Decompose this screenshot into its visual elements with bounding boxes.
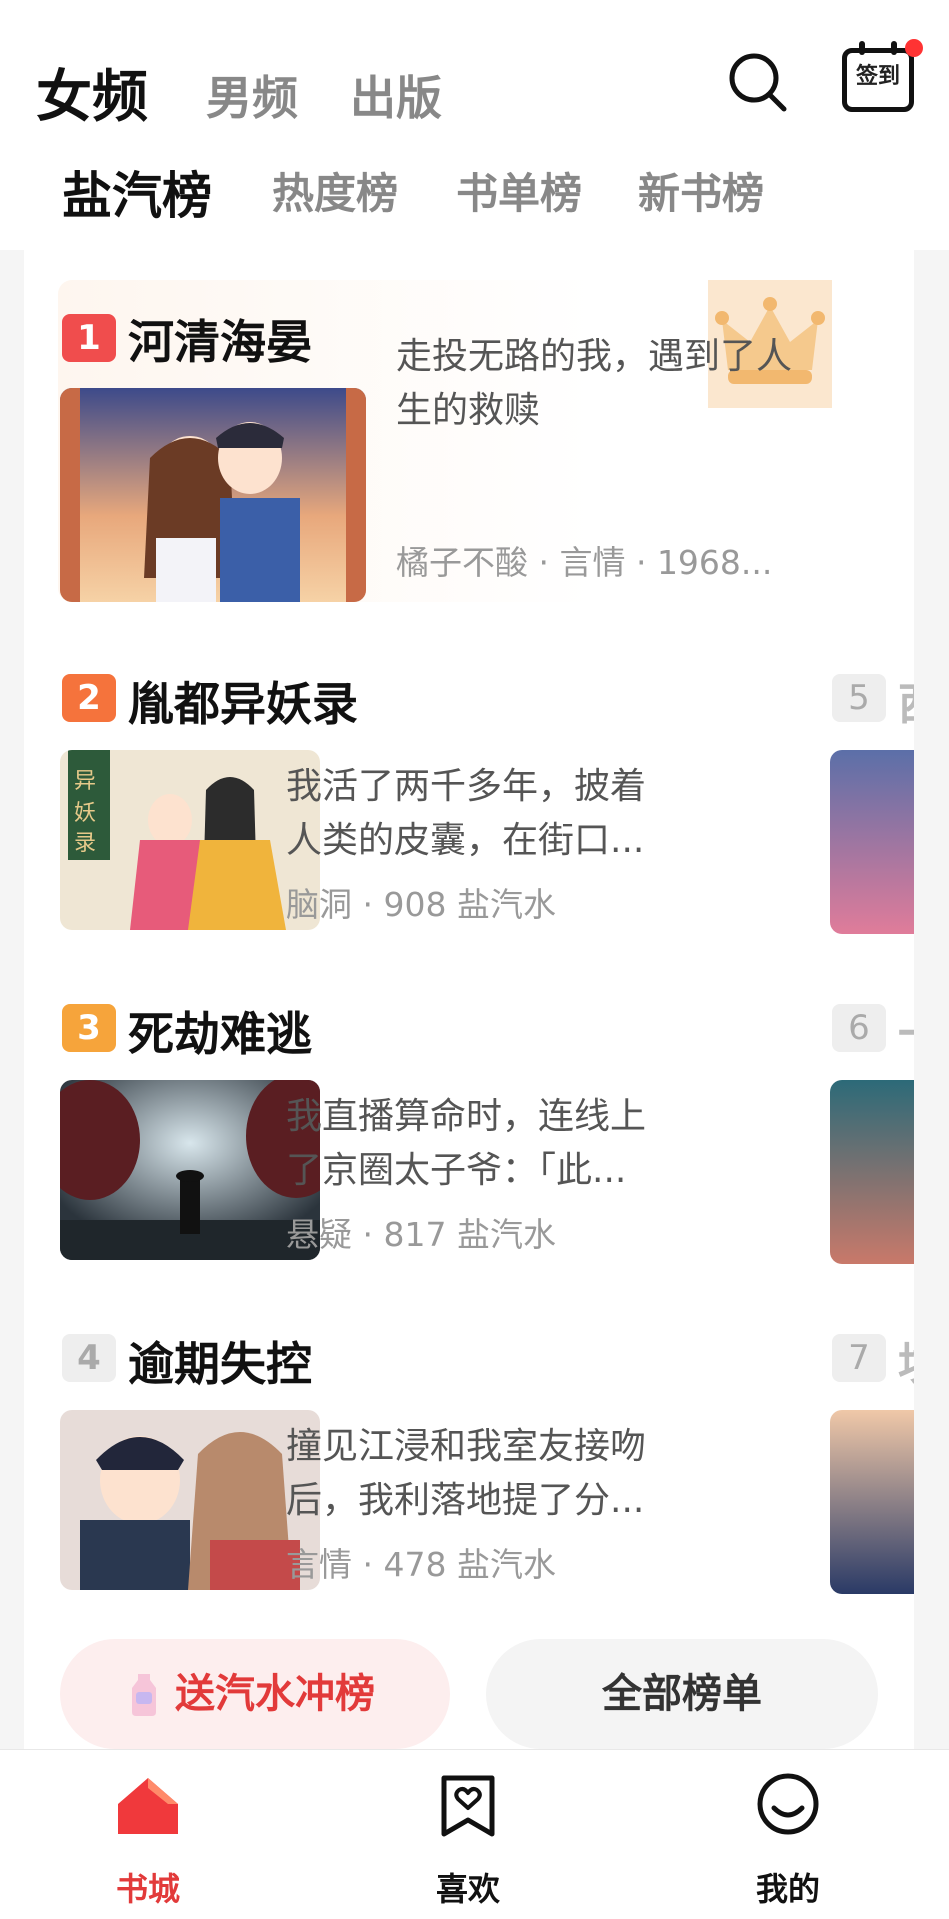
book-meta: 脑洞 · 908 盐汽水: [286, 885, 556, 924]
all-rankings-button[interactable]: 全部榜单: [486, 1639, 878, 1749]
rank-badge-3: 3: [62, 1004, 116, 1052]
bottom-nav: 书城 喜欢 我的: [0, 1749, 949, 1919]
notification-dot: [905, 39, 923, 57]
peek-title-char: 西: [898, 668, 914, 732]
book-meta: 悬疑 · 817 盐汽水: [286, 1215, 556, 1254]
soda-bottle-icon: [132, 1674, 156, 1716]
book-title[interactable]: 河清海晏: [128, 306, 312, 372]
ranking-panel: 1 河清海晏 走投无路的我，遇到了人 生的救赎 橘子不酸 · 言情 · 1968…: [24, 250, 914, 1750]
book-desc-line: 人类的皮囊，在街口...: [286, 820, 645, 861]
book-title[interactable]: 逾期失控: [128, 1328, 312, 1394]
bookmark-heart-icon: [441, 1775, 495, 1837]
peek-book-cover[interactable]: [830, 1410, 914, 1594]
nav-item-favorites[interactable]: 喜欢: [368, 1750, 568, 1919]
book-meta: 言情 · 478 盐汽水: [286, 1545, 556, 1584]
send-soda-rush-label: 送汽水冲榜: [175, 1671, 375, 1717]
book-title[interactable]: 死劫难逃: [128, 998, 312, 1064]
book-desc-line: 了京圈太子爷：「此...: [286, 1150, 627, 1191]
book-cover[interactable]: [60, 1080, 320, 1260]
book-cover[interactable]: 异 妖 录: [60, 750, 320, 930]
book-desc-line: 我活了两千多年，披着: [286, 766, 647, 807]
peek-book-cover[interactable]: [830, 1080, 914, 1264]
svg-text:录: 录: [74, 831, 96, 856]
smile-icon: [757, 1773, 819, 1835]
book-cover[interactable]: [60, 1410, 320, 1590]
tab-booklist[interactable]: 书单榜: [456, 160, 582, 221]
book-desc-line: 生的救赎: [396, 390, 541, 431]
nav-item-bookstore[interactable]: 书城: [48, 1750, 248, 1919]
peek-rank-badge: 6: [832, 1004, 886, 1052]
rank-badge-2: 2: [62, 674, 116, 722]
tab-heat[interactable]: 热度榜: [272, 160, 398, 221]
calendar-ring-icon: [891, 41, 897, 55]
calendar-ring-icon: [859, 41, 865, 55]
book-desc-line: 撞见江浸和我室友接吻: [286, 1426, 647, 1467]
peek-book-cover[interactable]: [830, 750, 914, 934]
book-desc-line: 我直播算命时，连线上: [286, 1096, 647, 1137]
rank-badge-4: 4: [62, 1334, 116, 1382]
peek-rank-badge: 7: [832, 1334, 886, 1382]
rank-badge-1: 1: [62, 314, 116, 362]
svg-text:异: 异: [74, 769, 96, 794]
nav-label: 我的: [755, 1870, 820, 1908]
tab-yanqi[interactable]: 盐汽榜: [62, 156, 212, 228]
peek-title-char: 坟: [898, 1328, 914, 1392]
book-meta: 橘子不酸 · 言情 · 1968...: [396, 543, 773, 582]
checkin-button[interactable]: 签到: [842, 39, 923, 112]
nav-item-mine[interactable]: 我的: [688, 1750, 888, 1919]
top-bar: 女频 男频 出版 签到: [0, 0, 949, 140]
svg-text:妖: 妖: [74, 801, 96, 826]
nav-label: 书城: [115, 1870, 180, 1908]
tab-male[interactable]: 男频: [206, 62, 298, 128]
peek-title-char: 一: [898, 998, 914, 1062]
ranking-tabs: 盐汽榜 热度榜 书单榜 新书榜: [0, 140, 949, 250]
peek-rank-badge: 5: [832, 674, 886, 722]
nav-label: 喜欢: [435, 1870, 500, 1908]
book-title[interactable]: 胤都异妖录: [128, 668, 358, 734]
tab-newbook[interactable]: 新书榜: [638, 160, 764, 221]
tab-female[interactable]: 女频: [36, 52, 148, 133]
search-icon[interactable]: [726, 50, 790, 114]
send-soda-rush-button[interactable]: 送汽水冲榜: [60, 1639, 450, 1749]
all-rankings-label: 全部榜单: [602, 1671, 762, 1717]
book-desc-line: 后，我利落地提了分...: [286, 1480, 645, 1521]
tab-publish[interactable]: 出版: [350, 62, 442, 128]
book-cover[interactable]: [60, 388, 366, 602]
checkin-label: 签到: [855, 64, 900, 89]
home-icon: [118, 1778, 178, 1834]
book-desc-line: 走投无路的我，遇到了人: [396, 336, 793, 377]
